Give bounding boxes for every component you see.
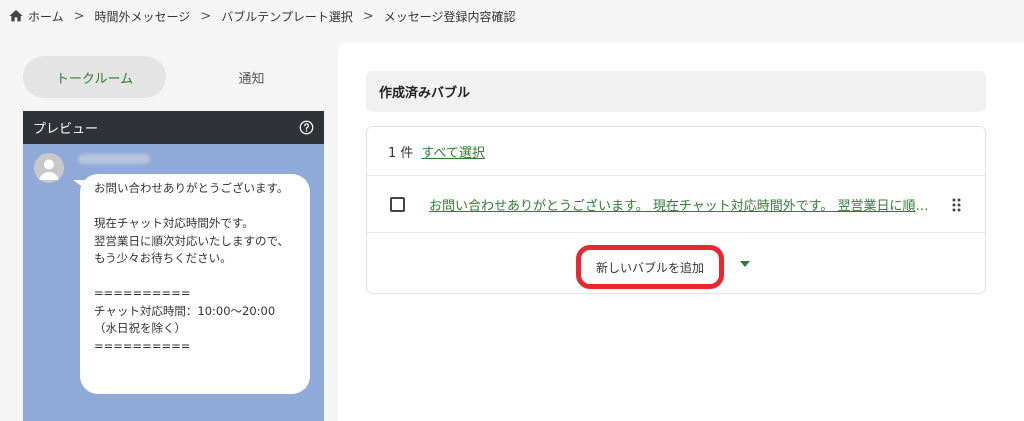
add-bubble-button[interactable]: 新しいバブルを追加 — [576, 245, 724, 289]
home-icon[interactable] — [8, 8, 24, 24]
tab-notification[interactable]: 通知 — [180, 56, 323, 98]
breadcrumb-after-hours-message[interactable]: 時間外メッセージ — [95, 8, 191, 25]
help-circle-icon[interactable] — [299, 120, 314, 135]
add-bubble-row: 新しいバブルを追加 — [367, 233, 985, 293]
list-item: お問い合わせありがとうございます。 現在チャット対応時間外です。 翌営業日に順次… — [367, 176, 985, 233]
bubble-checkbox[interactable] — [390, 196, 405, 212]
breadcrumb-separator: > — [73, 8, 85, 24]
list-header: 1 件 すべて選択 — [367, 127, 985, 176]
tab-talkroom[interactable]: トークルーム — [23, 56, 166, 98]
drag-handle-icon[interactable] — [952, 198, 961, 212]
breadcrumb-current-page: メッセージ登録内容確認 — [383, 9, 516, 24]
breadcrumb: ホーム > 時間外メッセージ > バブルテンプレート選択 > メッセージ登録内容… — [8, 6, 516, 26]
breadcrumb-separator: > — [362, 8, 374, 24]
preview-tabs-area: トークルーム 通知 — [23, 56, 324, 98]
bubble-list: 1 件 すべて選択 お問い合わせありがとうございます。 現在チャット対応時間外で… — [366, 126, 986, 294]
select-all-link[interactable]: すべて選択 — [421, 142, 485, 161]
bubble-item-link[interactable]: お問い合わせありがとうございます。 現在チャット対応時間外です。 翌営業日に順次… — [429, 195, 931, 214]
preview-title: プレビュー — [33, 122, 99, 137]
preview-header: プレビュー — [23, 111, 324, 144]
breadcrumb-bubble-template-select[interactable]: バブルテンプレート選択 — [221, 8, 353, 25]
section-title: 作成済みバブル — [366, 71, 986, 112]
item-count: 1 件 — [388, 145, 414, 161]
caret-down-icon[interactable] — [740, 261, 750, 267]
preview-tabs: トークルーム 通知 — [23, 56, 324, 98]
created-bubbles-panel: 作成済みバブル 1 件 すべて選択 お問い合わせありがとうございます。 現在チャ… — [338, 42, 1024, 421]
breadcrumb-home[interactable]: ホーム — [28, 8, 64, 25]
sender-name-blurred — [78, 154, 150, 164]
message-bubble: お問い合わせありがとうございます。 現在チャット対応時間外です。 翌営業日に順次… — [80, 174, 310, 394]
sender-avatar — [34, 153, 64, 183]
person-icon — [39, 159, 59, 180]
breadcrumb-separator: > — [200, 8, 212, 24]
preview-chat-area: お問い合わせありがとうございます。 現在チャット対応時間外です。 翌営業日に順次… — [23, 144, 324, 421]
message-preview: プレビュー お問い合わせありがとうございます。 現在チャット対応時間外です。 翌… — [23, 111, 324, 421]
